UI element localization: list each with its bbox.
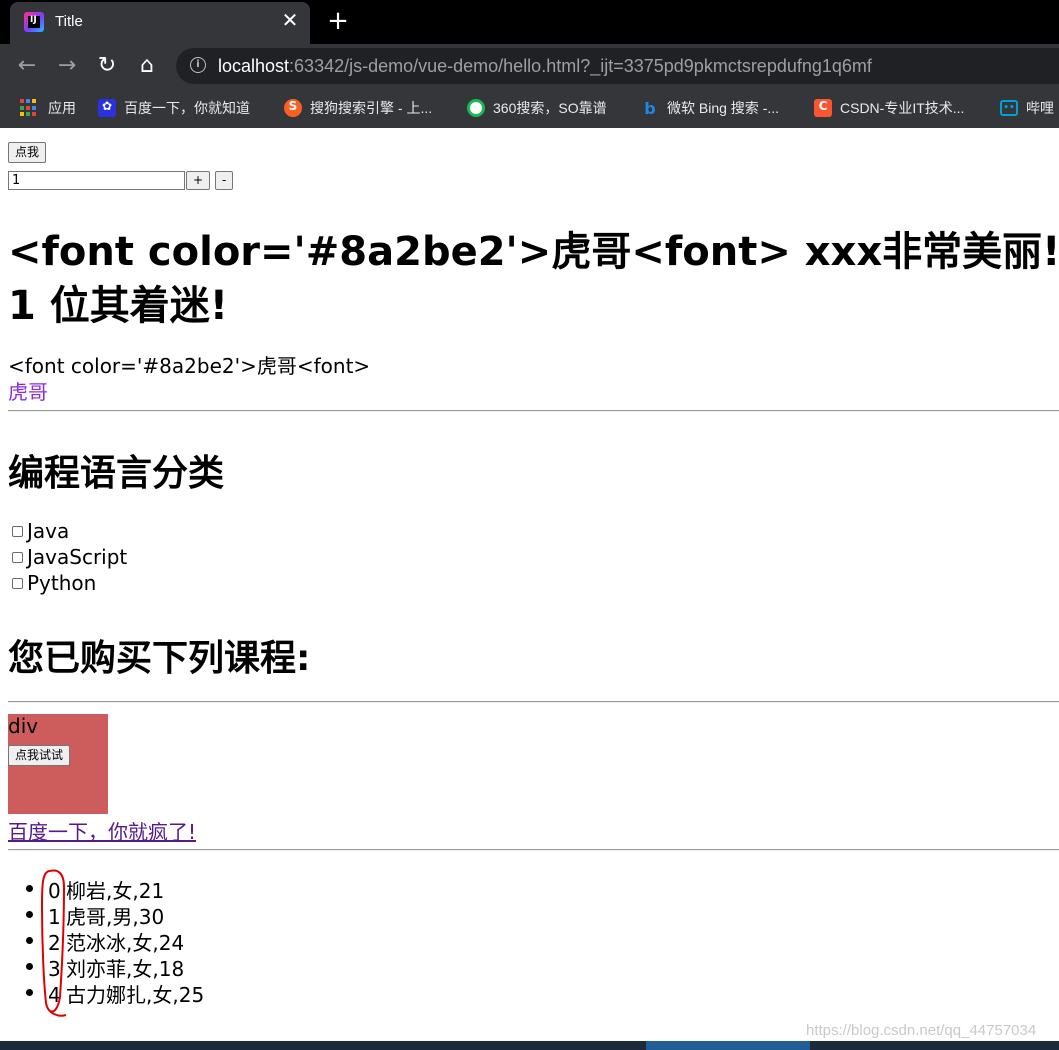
forward-arrow-icon[interactable]: → — [54, 53, 80, 79]
checkbox-label: JavaScript — [27, 545, 128, 569]
checkbox-label: Java — [27, 519, 70, 543]
bookmark-label: 360搜索，SO靠谱 — [493, 100, 607, 116]
bilibili-icon: •• — [1000, 100, 1018, 116]
headline-line-2: 1 位其着迷! — [8, 283, 228, 329]
url-host: localhost — [218, 56, 290, 76]
new-tab-plus-icon[interactable]: + — [325, 8, 351, 34]
courses-heading: 您已购买下列课程: — [8, 638, 311, 679]
bookmark-label: CSDN-专业IT技术... — [840, 100, 965, 116]
bookmark-label: 搜狗搜索引擎 - 上... — [310, 100, 433, 116]
counter-input[interactable] — [8, 171, 185, 190]
bookmark-bilibili[interactable]: •• 哔哩 — [1000, 88, 1054, 128]
increment-button[interactable]: + — [186, 171, 211, 190]
raw-html-text: <font color='#8a2be2'>虎哥<font> — [8, 354, 371, 378]
baidu-link[interactable]: 百度一下，你就疯了! — [8, 816, 196, 845]
bookmarks-bar: 应用 ✿ 百度一下，你就知道 S 搜狗搜索引擎 - 上... 360搜索，SO靠… — [0, 88, 1059, 128]
item-text: 范冰冰,女,24 — [66, 931, 185, 955]
checkbox-label: Python — [27, 571, 97, 595]
home-icon[interactable]: ⌂ — [134, 53, 160, 79]
click-me-button[interactable]: 点我 — [8, 142, 47, 163]
bookmark-label: 微软 Bing 搜索 -... — [667, 100, 780, 116]
checkbox[interactable] — [12, 525, 23, 537]
div-label: div — [8, 714, 39, 738]
checkbox[interactable] — [12, 577, 23, 589]
item-text: 柳岩,女,21 — [66, 879, 165, 903]
decrement-button[interactable]: - — [215, 171, 234, 190]
watermark-text: https://blog.csdn.net/qq_44757034 — [806, 1022, 1037, 1039]
so360-icon — [467, 99, 485, 117]
bookmark-label: 应用 — [48, 100, 76, 116]
sogou-icon: S — [284, 99, 302, 117]
language-option-java[interactable]: Java — [8, 519, 69, 543]
bookmark-baidu[interactable]: ✿ 百度一下，你就知道 — [98, 88, 250, 128]
language-option-python[interactable]: Python — [8, 571, 96, 595]
bookmark-bing[interactable]: b 微软 Bing 搜索 -... — [641, 88, 779, 128]
intellij-favicon-icon: IJ — [24, 12, 44, 32]
item-text: 虎哥,男,30 — [66, 905, 165, 929]
page-content: 点我 + - <font color='#8a2be2'>虎哥<font> xx… — [0, 129, 1059, 1050]
csdn-icon: C — [814, 99, 832, 117]
url-text: localhost:63342/js-demo/vue-demo/hello.h… — [218, 56, 872, 77]
bookmark-csdn[interactable]: C CSDN-专业IT技术... — [814, 88, 964, 128]
baidu-paw-icon: ✿ — [98, 99, 116, 117]
taskbar-active-item — [646, 1041, 810, 1050]
back-arrow-icon[interactable]: ← — [14, 53, 40, 79]
url-path: :63342/js-demo/vue-demo/hello.html?_ijt=… — [289, 56, 872, 76]
bookmark-label: 哔哩 — [1026, 100, 1054, 116]
bing-icon: b — [644, 99, 656, 118]
language-option-javascript[interactable]: JavaScript — [8, 545, 127, 569]
languages-heading: 编程语言分类 — [8, 453, 225, 494]
address-bar[interactable]: i localhost:63342/js-demo/vue-demo/hello… — [176, 48, 1059, 84]
item-text: 古力娜扎,女,25 — [66, 983, 205, 1007]
apps-grid-icon — [20, 99, 38, 117]
bookmark-sogou[interactable]: S 搜狗搜索引擎 - 上... — [284, 88, 432, 128]
checkbox[interactable] — [12, 551, 23, 563]
item-text: 刘亦菲,女,18 — [66, 957, 185, 981]
try-click-button[interactable]: 点我试试 — [8, 745, 71, 766]
event-div-box[interactable]: div 点我试试 — [8, 714, 108, 814]
bookmark-360[interactable]: 360搜索，SO靠谱 — [467, 88, 607, 128]
red-annotation-circle — [40, 869, 67, 1017]
divider — [8, 701, 1059, 703]
site-info-icon[interactable]: i — [190, 57, 206, 73]
divider — [8, 410, 1059, 412]
headline-line-1: <font color='#8a2be2'>虎哥<font> xxx非常美丽! — [8, 229, 1059, 275]
bookmark-label: 百度一下，你就知道 — [124, 100, 250, 116]
reload-icon[interactable]: ↻ — [94, 53, 120, 79]
taskbar-strip — [0, 1041, 1059, 1050]
bookmark-apps[interactable]: 应用 — [20, 88, 76, 128]
browser-toolbar: ← → ↻ ⌂ i localhost:63342/js-demo/vue-de… — [0, 44, 1059, 88]
close-tab-icon[interactable]: ✕ — [278, 8, 302, 32]
divider — [8, 849, 1059, 851]
tab-strip: IJ Title ✕ + — [0, 0, 1059, 44]
rendered-html-text: 虎哥 — [8, 380, 48, 404]
tab-title: Title — [55, 13, 83, 30]
browser-tab[interactable]: IJ Title ✕ — [10, 2, 310, 44]
